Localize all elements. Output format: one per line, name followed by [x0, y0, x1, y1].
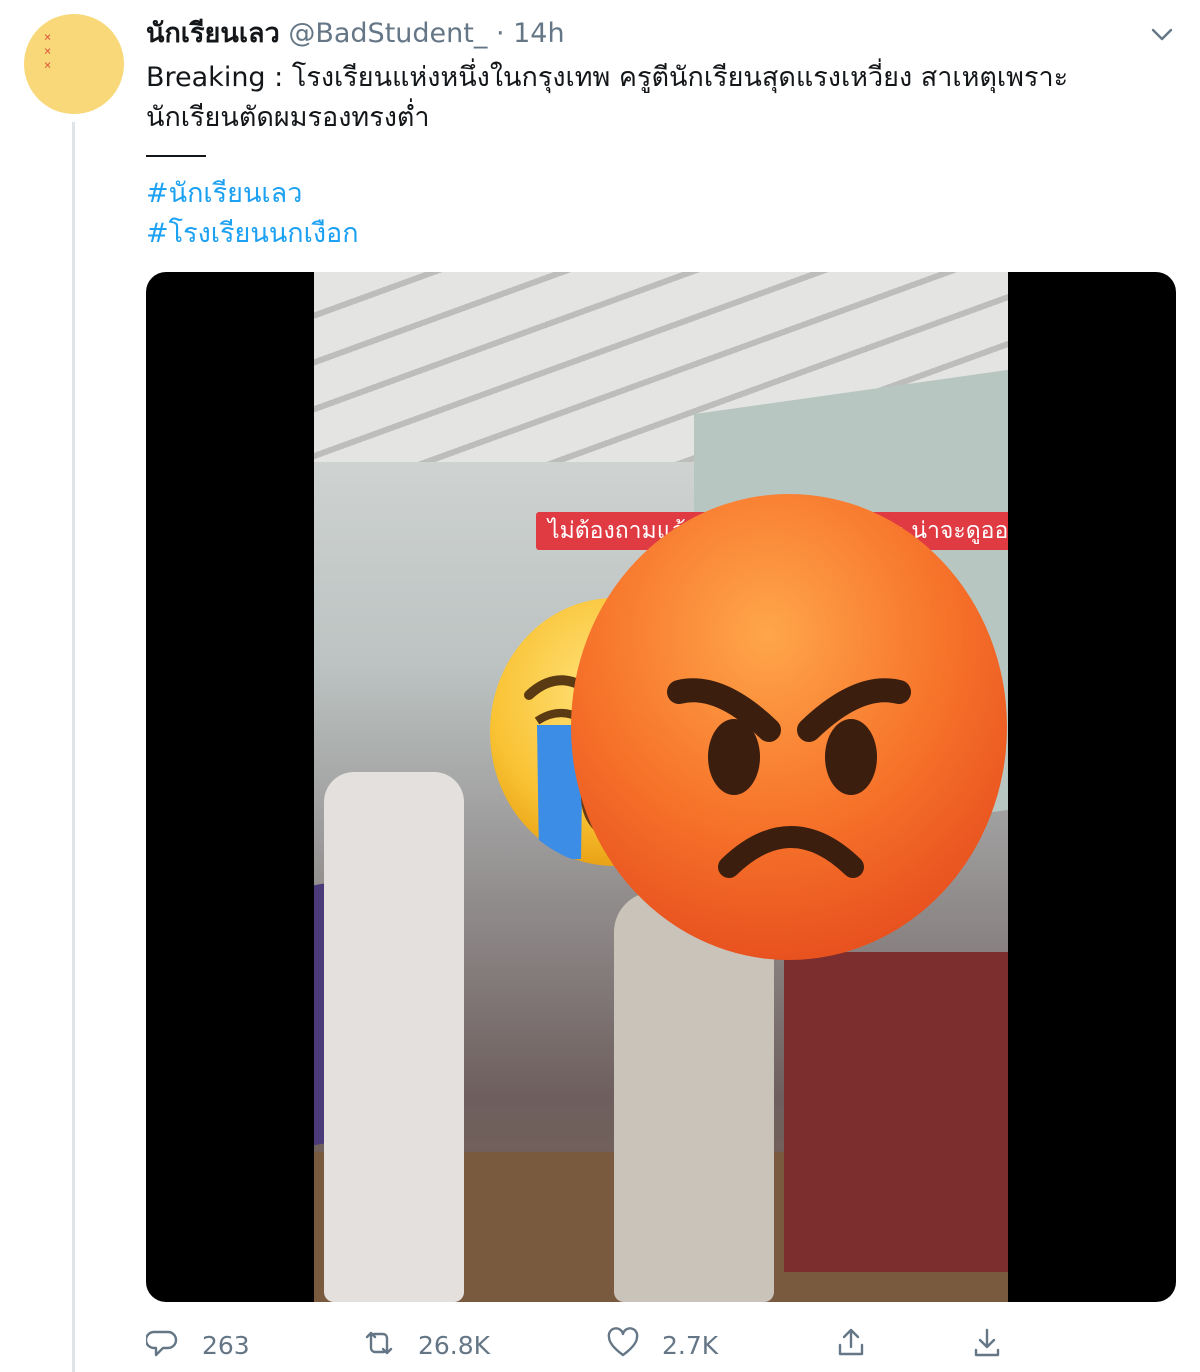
download-icon [970, 1326, 1004, 1364]
retweet-icon [362, 1326, 396, 1364]
tweet-actions: 263 26.8K 2.7K [144, 1322, 1186, 1368]
user-handle[interactable]: @BadStudent_ [288, 18, 487, 49]
share-icon [834, 1326, 868, 1364]
timestamp[interactable]: 14h [513, 18, 564, 49]
desk [784, 952, 1008, 1272]
avatar-mark: × × × [44, 30, 52, 72]
heart-icon [606, 1326, 640, 1364]
tweet-text-line: Breaking : โรงเรียนแห่งหนึ่งในกรุงเทพ คร… [146, 62, 1069, 93]
hashtag-link[interactable]: #โรงเรียนนกเงือก [146, 214, 359, 254]
retweet-button[interactable]: 26.8K [362, 1322, 490, 1368]
like-button[interactable]: 2.7K [606, 1322, 718, 1368]
like-count: 2.7K [662, 1330, 719, 1360]
avatar[interactable] [24, 14, 124, 114]
tweet-text: Breaking : โรงเรียนแห่งหนึ่งในกรุงเทพ คร… [146, 58, 1146, 138]
retweet-count: 26.8K [418, 1330, 491, 1360]
reply-icon [144, 1326, 180, 1364]
divider [146, 155, 206, 157]
person [324, 772, 464, 1302]
share-button[interactable] [834, 1322, 868, 1368]
video-media[interactable]: ไม่ต้องถามแล้วว่าใคร ดูกันเองนะคะ น่าจะด… [146, 272, 1176, 1302]
video-frame: ไม่ต้องถามแล้วว่าใคร ดูกันเองนะคะ น่าจะด… [314, 272, 1008, 1302]
separator-dot: · [495, 18, 505, 49]
hashtag-list: #นักเรียนเลว #โรงเรียนนกเงือก [146, 174, 359, 254]
hashtag-link[interactable]: #นักเรียนเลว [146, 174, 359, 214]
chevron-down-icon[interactable] [1148, 20, 1176, 48]
download-button[interactable] [970, 1322, 1004, 1368]
tweet-text-line: นักเรียนตัดผมรองทรงต่ำ [146, 102, 430, 133]
angry-face-emoji [571, 494, 1007, 960]
tweet-header: นักเรียนเลว @BadStudent_ · 14h [146, 16, 565, 52]
thread-line [72, 122, 75, 1372]
reply-count: 263 [202, 1330, 250, 1360]
display-name[interactable]: นักเรียนเลว [146, 18, 280, 49]
reply-button[interactable]: 263 [144, 1322, 250, 1368]
